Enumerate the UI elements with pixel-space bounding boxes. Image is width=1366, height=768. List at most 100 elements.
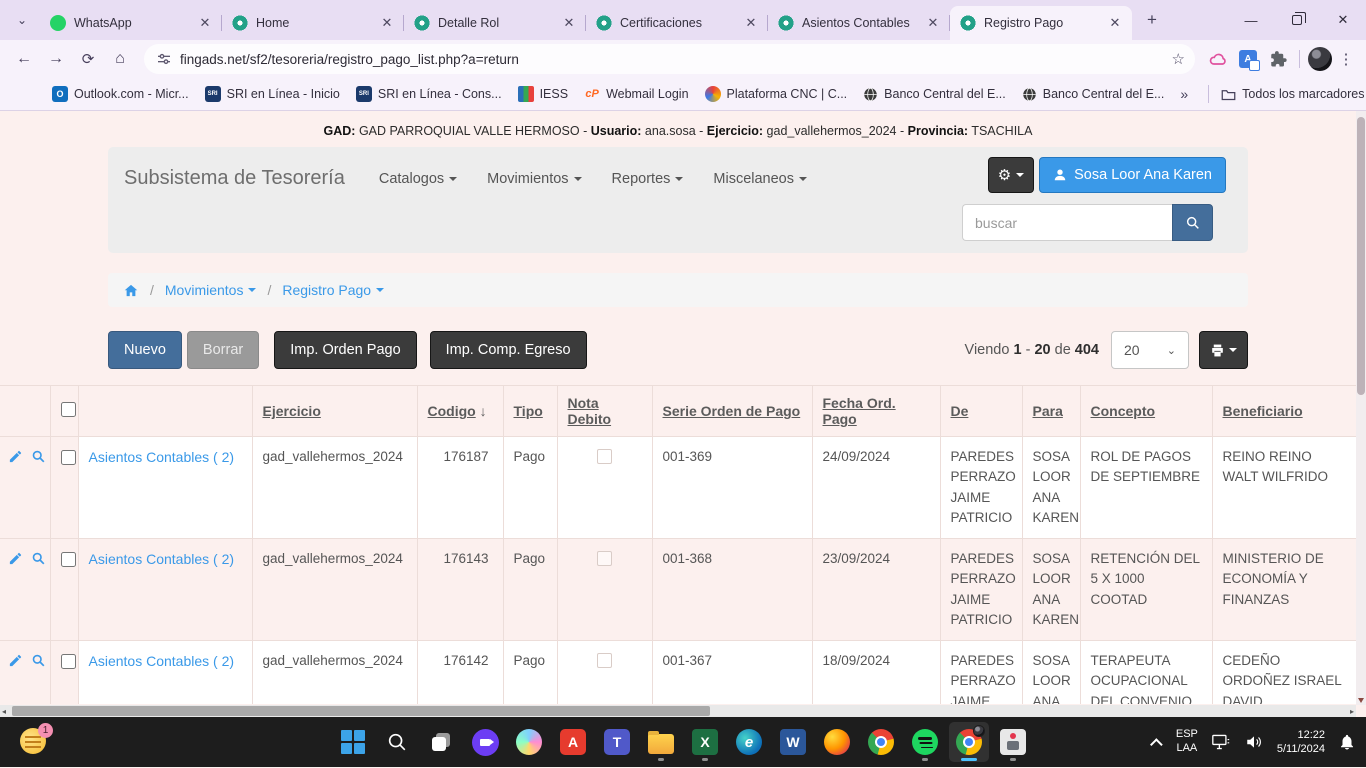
reload-icon[interactable]: ⟳: [74, 45, 102, 73]
imp-orden-pago-button[interactable]: Imp. Orden Pago: [274, 331, 416, 369]
new-tab-button[interactable]: +: [1138, 6, 1166, 34]
vertical-scrollbar[interactable]: [1356, 111, 1366, 705]
word-app[interactable]: W: [773, 722, 813, 762]
copilot-app[interactable]: [509, 722, 549, 762]
header-serie[interactable]: Serie Orden de Pago: [652, 386, 812, 437]
taskbar-notification-app[interactable]: 1: [20, 728, 48, 756]
menu-catalogos[interactable]: Catalogos: [379, 171, 457, 187]
network-icon[interactable]: [1211, 733, 1231, 751]
java-app[interactable]: [993, 722, 1033, 762]
menu-movimientos[interactable]: Movimientos: [487, 171, 581, 187]
view-magnifier-icon[interactable]: [31, 551, 46, 566]
menu-miscelaneos[interactable]: Miscelaneos: [713, 171, 807, 187]
tab-registro-pago[interactable]: Registro Pago ✕: [950, 6, 1132, 40]
view-magnifier-icon[interactable]: [31, 449, 46, 464]
asientos-contables-link[interactable]: Asientos Contables ( 2): [89, 551, 235, 567]
header-select-all[interactable]: [50, 386, 78, 437]
horizontal-scrollbar-thumb[interactable]: [12, 706, 710, 716]
language-indicator[interactable]: ESP LAA: [1176, 728, 1198, 756]
teams-app[interactable]: T: [597, 722, 637, 762]
header-para[interactable]: Para: [1022, 386, 1080, 437]
tray-chevron-up-icon[interactable]: [1150, 738, 1163, 751]
task-view-button[interactable]: [421, 722, 461, 762]
chrome-profile-app[interactable]: [949, 722, 989, 762]
tab-close-icon[interactable]: ✕: [560, 14, 578, 32]
bookmark-webmail[interactable]: cP Webmail Login: [584, 86, 688, 102]
tab-detalle-rol[interactable]: Detalle Rol ✕: [404, 6, 586, 40]
excel-app[interactable]: X: [685, 722, 725, 762]
url-text[interactable]: fingads.net/sf2/tesoreria/registro_pago_…: [180, 52, 1172, 67]
borrar-button[interactable]: Borrar: [187, 331, 259, 369]
vertical-scrollbar-thumb[interactable]: [1357, 117, 1365, 395]
header-ejercicio[interactable]: Ejercicio: [252, 386, 417, 437]
tab-close-icon[interactable]: ✕: [1106, 14, 1124, 32]
edit-pencil-icon[interactable]: [8, 449, 23, 464]
settings-gear-button[interactable]: ⚙: [988, 157, 1034, 193]
notifications-bell-icon[interactable]: [1338, 733, 1356, 751]
firefox-app[interactable]: [817, 722, 857, 762]
bookmark-outlook[interactable]: O Outlook.com - Micr...: [52, 86, 189, 102]
close-button[interactable]: ✕: [1320, 0, 1366, 40]
bookmarks-overflow-chevron[interactable]: »: [1180, 86, 1188, 102]
row-checkbox[interactable]: [61, 552, 76, 567]
bookmark-star-icon[interactable]: ☆: [1172, 50, 1185, 68]
forward-icon[interactable]: →: [42, 45, 70, 73]
horizontal-scrollbar[interactable]: ◂ ▸: [0, 705, 1356, 717]
tab-certificaciones[interactable]: Certificaciones ✕: [586, 6, 768, 40]
menu-reportes[interactable]: Reportes: [612, 171, 684, 187]
row-checkbox[interactable]: [61, 654, 76, 669]
row-checkbox[interactable]: [61, 450, 76, 465]
bookmark-cnc[interactable]: Plataforma CNC | C...: [705, 86, 848, 102]
tab-close-icon[interactable]: ✕: [742, 14, 760, 32]
tab-whatsapp[interactable]: WhatsApp ✕: [40, 6, 222, 40]
user-button[interactable]: Sosa Loor Ana Karen: [1039, 157, 1226, 193]
back-icon[interactable]: ←: [10, 45, 38, 73]
volume-icon[interactable]: [1244, 733, 1264, 751]
bookmark-sri-consultas[interactable]: SRI SRI en Línea - Cons...: [356, 86, 502, 102]
chrome-app[interactable]: [861, 722, 901, 762]
extensions-puzzle-icon[interactable]: [1265, 46, 1291, 72]
edge-app[interactable]: e: [729, 722, 769, 762]
header-tipo[interactable]: Tipo: [503, 386, 557, 437]
asientos-contables-link[interactable]: Asientos Contables ( 2): [89, 449, 235, 465]
spotify-app[interactable]: [905, 722, 945, 762]
breadcrumb-movimientos[interactable]: Movimientos: [165, 282, 257, 298]
nuevo-button[interactable]: Nuevo: [108, 331, 182, 369]
header-nota-debito[interactable]: Nota Debito: [557, 386, 652, 437]
tab-close-icon[interactable]: ✕: [378, 14, 396, 32]
bookmark-iess[interactable]: IESS: [518, 86, 569, 102]
breadcrumb-registro-pago[interactable]: Registro Pago: [282, 282, 384, 298]
tab-close-icon[interactable]: ✕: [924, 14, 942, 32]
clock[interactable]: 12:22 5/11/2024: [1277, 728, 1325, 757]
address-bar[interactable]: fingads.net/sf2/tesoreria/registro_pago_…: [144, 44, 1195, 74]
header-beneficiario[interactable]: Beneficiario: [1212, 386, 1356, 437]
tab-home[interactable]: Home ✕: [222, 6, 404, 40]
view-magnifier-icon[interactable]: [31, 653, 46, 668]
asientos-contables-link[interactable]: Asientos Contables ( 2): [89, 653, 235, 669]
scroll-down-arrow[interactable]: [1358, 698, 1364, 703]
select-all-checkbox[interactable]: [61, 402, 76, 417]
header-codigo[interactable]: Codigo ↓: [417, 386, 503, 437]
bookmark-banco-central-2[interactable]: Banco Central del E...: [1022, 87, 1165, 102]
tab-close-icon[interactable]: ✕: [196, 14, 214, 32]
taskbar-search-button[interactable]: [377, 722, 417, 762]
video-chat-app[interactable]: [465, 722, 505, 762]
tab-asientos-contables[interactable]: Asientos Contables ✕: [768, 6, 950, 40]
search-button[interactable]: [1172, 204, 1213, 241]
site-info-icon[interactable]: [156, 51, 172, 67]
scroll-right-arrow[interactable]: ▸: [1350, 707, 1354, 716]
bookmark-banco-central-1[interactable]: Banco Central del E...: [863, 87, 1006, 102]
bookmark-sri-inicio[interactable]: SRI SRI en Línea - Inicio: [205, 86, 340, 102]
header-de[interactable]: De: [940, 386, 1022, 437]
page-size-select[interactable]: 20 ⌄: [1111, 331, 1189, 369]
header-concepto[interactable]: Concepto: [1080, 386, 1212, 437]
edit-pencil-icon[interactable]: [8, 653, 23, 668]
translate-icon[interactable]: A: [1235, 46, 1261, 72]
home-icon[interactable]: ⌂: [106, 45, 134, 73]
search-input[interactable]: [962, 204, 1172, 241]
profile-avatar[interactable]: [1308, 47, 1332, 71]
home-breadcrumb-icon[interactable]: [123, 283, 139, 298]
imp-comp-egreso-button[interactable]: Imp. Comp. Egreso: [430, 331, 587, 369]
scroll-left-arrow[interactable]: ◂: [2, 707, 6, 716]
maximize-button[interactable]: [1274, 0, 1320, 40]
